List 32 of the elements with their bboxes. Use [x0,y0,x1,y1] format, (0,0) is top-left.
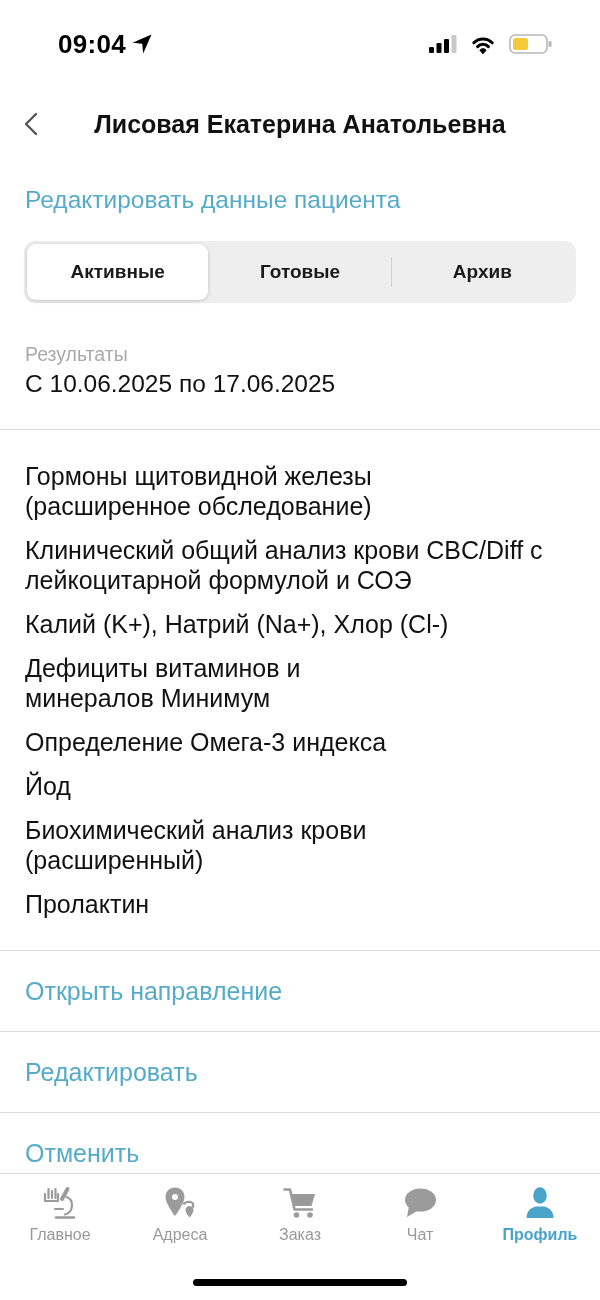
segment-tab[interactable]: Активные [27,244,209,300]
page-title: Лисовая Екатерина Анатольевна [93,109,507,139]
map-pin-icon [163,1186,197,1220]
action-link[interactable]: Редактировать [25,1057,198,1087]
chevron-left-icon [24,112,38,136]
segment-tab[interactable]: Архив [391,244,573,300]
test-name: Клинический общий анализ крови CBC/Diff с лейкоцитарной формулой и СОЭ [25,535,543,595]
tab-bar-item[interactable]: Главное [0,1174,120,1244]
action-link[interactable]: Открыть направление [25,976,283,1006]
status-time: 09:04 [58,28,126,60]
signal-icon [429,35,457,53]
location-arrow-icon [132,34,152,54]
test-name: Йод [25,771,71,801]
tab-bar-item[interactable]: Чат [360,1174,480,1244]
tab-bar-item[interactable]: Адреса [120,1174,240,1244]
date-range: С 10.06.2025 по 17.06.2025 [25,369,336,399]
test-name: Биохимический анализ крови (расширенный) [25,815,367,875]
tab-bar-item[interactable]: Профиль [480,1174,600,1244]
segment-tab[interactable]: Готовые [209,244,391,300]
action-link[interactable]: Отменить [25,1138,140,1168]
microscope-icon [43,1186,77,1220]
test-name: Гормоны щитовидной железы (расширенное обследование) [25,461,372,521]
test-name: Пролактин [25,889,150,919]
test-name: Определение Омега-3 индекса [25,727,387,757]
edit-patient-link[interactable]: Редактировать данные пациента [25,185,401,215]
cart-icon [283,1186,317,1220]
test-name: Калий (K+), Натрий (Na+), Хлор (Cl-) [25,609,449,639]
chat-bubble-icon [403,1186,437,1220]
test-name: Дефициты витаминов и минералов Минимум [25,653,301,713]
tab-bar-item[interactable]: Заказ [240,1174,360,1244]
battery-icon [509,34,552,54]
section-label: Результаты [25,343,128,365]
